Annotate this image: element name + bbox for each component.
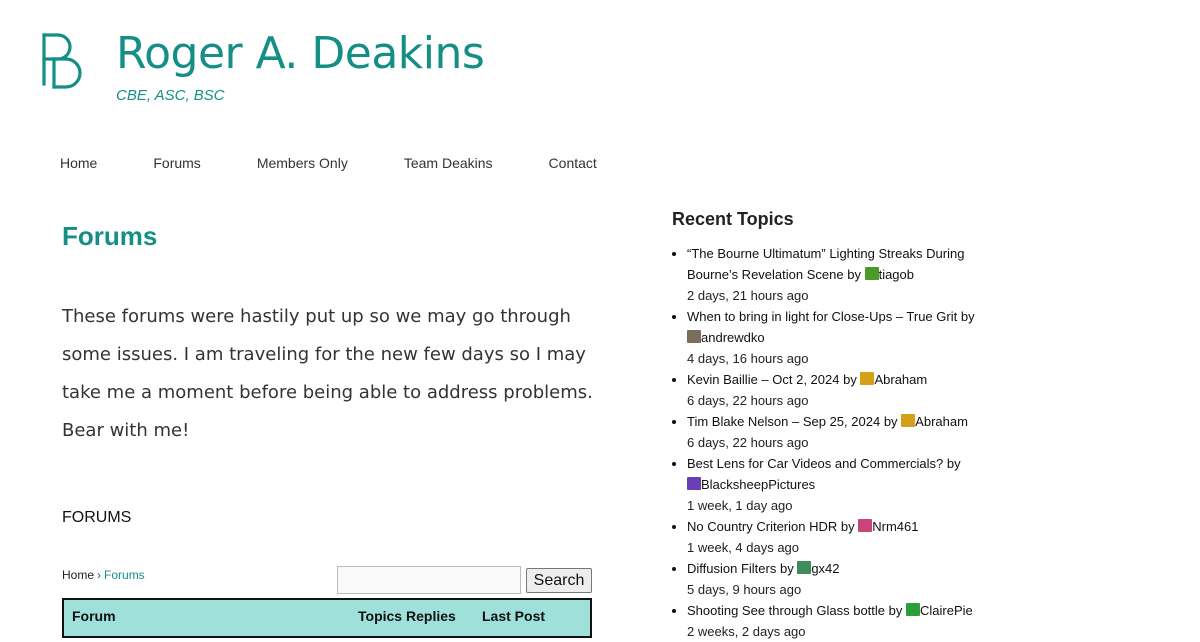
by-text: by [840,519,855,534]
recent-topics-title: Recent Topics [672,209,794,229]
topic-time: 1 week, 1 day ago [687,498,793,513]
topic-time: 2 weeks, 2 days ago [687,624,806,639]
site-logo[interactable] [40,32,86,90]
author-link[interactable]: Nrm461 [858,519,919,534]
topic-link[interactable]: Best Lens for Car Videos and Commercials… [687,456,943,471]
topic-time: 6 days, 22 hours ago [687,393,809,408]
avatar-icon [797,561,812,574]
page-title: Forums [62,221,158,251]
author-name: BlacksheepPictures [701,477,816,492]
column-header-last-post: Last Post [482,608,546,624]
author-name: Abraham [915,414,968,429]
list-item: “The Bourne Ultimatum” Lighting Streaks … [687,243,997,306]
topic-link[interactable]: No Country Criterion HDR [687,519,837,534]
list-item: Shooting See through Glass bottle by Cla… [687,600,997,642]
author-name: Abraham [874,372,928,387]
list-item: Best Lens for Car Videos and Commercials… [687,453,997,516]
avatar-icon [687,477,701,490]
by-text: by [960,309,975,324]
topic-link[interactable]: Diffusion Filters [687,561,776,576]
avatar-icon [687,330,701,343]
by-text: by [847,267,861,282]
topic-link[interactable]: When to bring in light for Close-Ups – T… [687,309,957,324]
intro-text: These forums were hastily put up so we m… [62,306,593,441]
author-link[interactable]: gx42 [797,561,840,576]
avatar-icon [906,603,921,616]
author-name: ClairePie [920,603,973,618]
search-button[interactable]: Search [526,568,592,593]
author-link[interactable]: Abraham [860,372,927,387]
forum-search-input[interactable] [337,566,521,594]
topic-time: 4 days, 16 hours ago [687,351,809,366]
author-link[interactable]: ClairePie [906,603,973,618]
list-item: Kevin Baillie – Oct 2, 2024 by Abraham 6… [687,369,997,411]
list-item: When to bring in light for Close-Ups – T… [687,306,997,369]
author-name: Nrm461 [872,519,919,534]
author-name: tiagob [878,267,914,282]
author-link[interactable]: Abraham [901,414,968,429]
topic-link[interactable]: Kevin Baillie – Oct 2, 2024 [687,372,839,387]
column-header-forum: Forum [72,608,116,624]
breadcrumb-current-link[interactable]: Forums [104,568,145,582]
site-tagline: CBE, ASC, BSC [116,87,225,104]
avatar-icon [864,267,879,280]
breadcrumb-separator: › [97,568,102,582]
topic-link[interactable]: “The Bourne Ultimatum” Lighting Streaks … [687,246,964,282]
author-name: gx42 [811,561,840,576]
topic-time: 6 days, 22 hours ago [687,435,809,450]
list-item: Diffusion Filters by gx42 5 days, 9 hour… [687,558,997,600]
nav-item-forums[interactable]: Forums [153,155,200,171]
forum-table-header: Forum Topics Replies Last Post [62,598,592,638]
author-link[interactable]: andrewdko [687,330,765,345]
nav-item-contact[interactable]: Contact [549,155,597,171]
breadcrumb: Home › Forums [62,568,145,582]
topic-time: 1 week, 4 days ago [687,540,800,555]
rd-monogram-icon [42,33,82,89]
avatar-icon [858,519,873,532]
column-header-replies: Replies [406,608,456,624]
author-link[interactable]: tiagob [864,267,914,282]
forums-heading: FORUMS [62,509,132,526]
main-nav: Home Forums Members Only Team Deakins Co… [60,155,653,171]
by-text: by [779,561,794,576]
by-text: by [843,372,857,387]
nav-item-home[interactable]: Home [60,155,97,171]
avatar-icon [860,372,875,385]
by-text: by [888,603,903,618]
nav-item-members-only[interactable]: Members Only [257,155,348,171]
topic-time: 2 days, 21 hours ago [687,288,809,303]
topic-link[interactable]: Shooting See through Glass bottle [687,603,885,618]
nav-item-team-deakins[interactable]: Team Deakins [404,155,493,171]
topic-time: 5 days, 9 hours ago [687,582,802,597]
topic-link[interactable]: Tim Blake Nelson – Sep 25, 2024 [687,414,880,429]
site-title[interactable]: Roger A. Deakins [116,28,485,79]
recent-topics-list: “The Bourne Ultimatum” Lighting Streaks … [672,243,997,642]
avatar-icon [901,414,916,427]
by-text: by [946,456,961,471]
column-header-topics: Topics [358,608,403,624]
list-item: No Country Criterion HDR by Nrm461 1 wee… [687,516,997,558]
author-link[interactable]: BlacksheepPictures [687,477,815,492]
breadcrumb-home-link[interactable]: Home [62,568,94,582]
author-name: andrewdko [701,330,765,345]
by-text: by [883,414,898,429]
list-item: Tim Blake Nelson – Sep 25, 2024 by Abrah… [687,411,997,453]
